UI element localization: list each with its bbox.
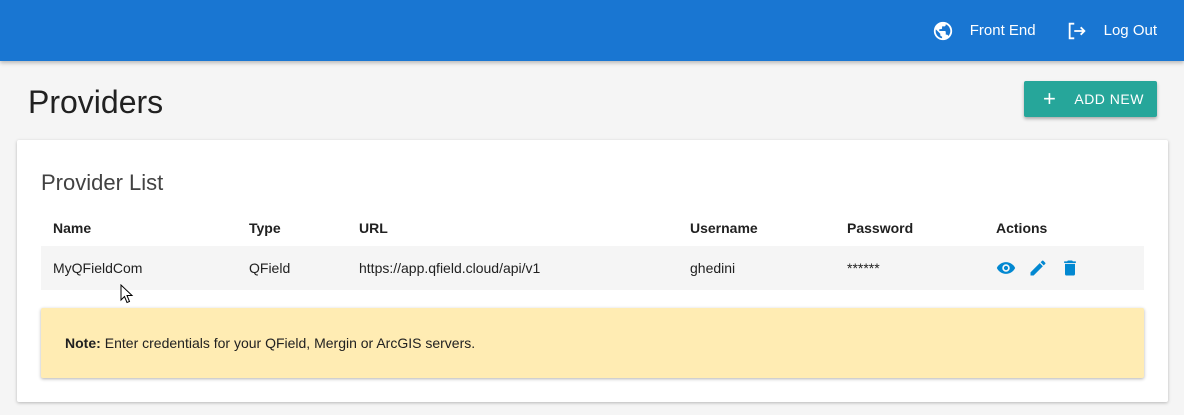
mouse-cursor-icon bbox=[120, 284, 134, 304]
cell-password: ****** bbox=[847, 260, 880, 276]
plus-icon: + bbox=[1043, 86, 1057, 111]
column-header-actions: Actions bbox=[996, 220, 1048, 236]
page-title: Providers bbox=[28, 84, 164, 120]
logout-icon bbox=[1068, 22, 1086, 39]
column-header-name: Name bbox=[53, 220, 92, 236]
pencil-icon[interactable] bbox=[1028, 258, 1048, 278]
eye-icon[interactable] bbox=[996, 258, 1016, 278]
table-row: MyQFieldCom QField https://app.qfield.cl… bbox=[41, 246, 1144, 290]
front-end-link[interactable]: Front End bbox=[932, 20, 1036, 42]
note-label: Note: bbox=[65, 335, 101, 351]
provider-table: Name Type URL Username Password Actions … bbox=[41, 210, 1144, 290]
log-out-link[interactable]: Log Out bbox=[1066, 20, 1157, 42]
add-new-label: ADD NEW bbox=[1074, 91, 1144, 107]
log-out-label: Log Out bbox=[1103, 22, 1157, 39]
column-header-type: Type bbox=[249, 220, 281, 236]
card-title: Provider List bbox=[41, 170, 164, 195]
cell-username: ghedini bbox=[690, 260, 736, 276]
top-app-bar: Front End Log Out bbox=[0, 0, 1184, 61]
provider-list-card: Provider List Name Type URL Username Pas… bbox=[17, 140, 1168, 402]
note-banner: Note: Enter credentials for your QField,… bbox=[41, 308, 1144, 378]
globe-icon bbox=[933, 21, 952, 40]
cell-actions bbox=[996, 246, 1092, 290]
table-header: Name Type URL Username Password Actions bbox=[41, 210, 1144, 246]
column-header-url: URL bbox=[359, 220, 388, 236]
cell-type: QField bbox=[249, 260, 291, 276]
trash-icon[interactable] bbox=[1060, 258, 1080, 278]
cell-url: https://app.qfield.cloud/api/v1 bbox=[359, 260, 541, 276]
column-header-password: Password bbox=[847, 220, 914, 236]
column-header-username: Username bbox=[690, 220, 758, 236]
front-end-label: Front End bbox=[969, 22, 1036, 39]
note-text: Enter credentials for your QField, Mergi… bbox=[104, 335, 476, 351]
add-new-button[interactable]: + ADD NEW bbox=[1024, 81, 1157, 117]
